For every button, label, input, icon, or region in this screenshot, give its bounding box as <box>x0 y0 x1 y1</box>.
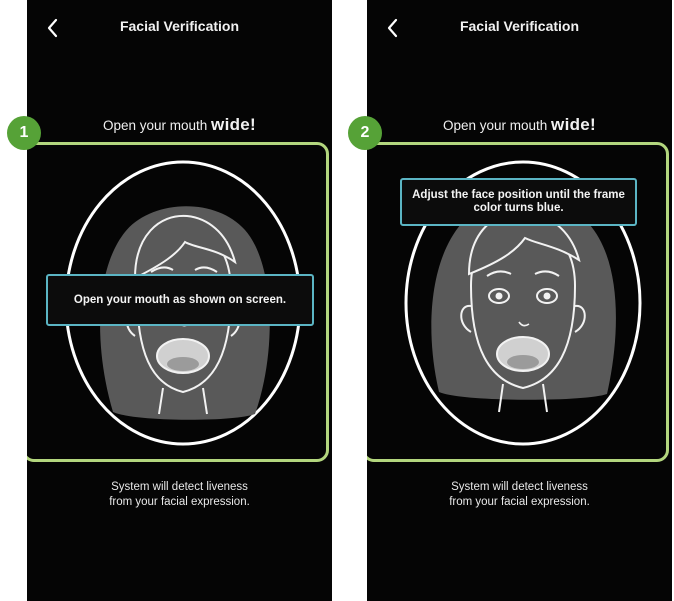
liveness-description: System will detect liveness from your fa… <box>109 481 250 508</box>
phone-screen-step-1: Facial Verification Open your mouth wide… <box>27 0 332 601</box>
page-title: Facial Verification <box>119 18 240 34</box>
liveness-description: System will detect liveness from your fa… <box>449 481 590 508</box>
instruction-prefix: Open your mouth <box>442 118 552 133</box>
instruction-text: Open your mouth wide! <box>367 115 672 135</box>
page-title: Facial Verification <box>459 18 580 34</box>
instruction-emphasis: wide! <box>211 115 256 134</box>
instruction-prefix: Open your mouth <box>102 118 212 133</box>
instruction-tooltip: Adjust the face position until the frame… <box>400 178 637 226</box>
step-badge-2: 2 <box>348 116 382 150</box>
instruction-tooltip: Open your mouth as shown on screen. <box>46 274 314 326</box>
instruction-text: Open your mouth wide! <box>27 115 332 135</box>
instruction-emphasis: wide! <box>551 115 596 134</box>
step-badge-1: 1 <box>7 116 41 150</box>
phone-screen-step-2: Facial Verification Open your mouth wide… <box>367 0 672 601</box>
